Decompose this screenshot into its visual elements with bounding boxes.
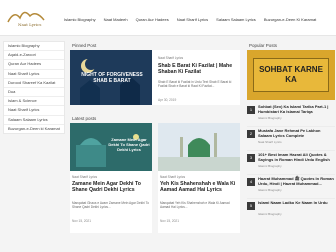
popular-item-category[interactable]: Islamic Biography [258,116,282,120]
main-nav: Islamic Biography Naat Madeeh Quran Aur … [64,17,316,22]
popular-item-category[interactable]: Naat Sharif Lyrics [258,140,282,144]
sidebar-item-islamic-biography[interactable]: Islamic Biography [4,42,64,52]
latest-post-date: Nov 15, 2021 [160,219,179,223]
latest-post-excerpt: Manqabat Yeh Kis Shahenshah e Wala Ki Aa… [160,201,230,210]
svg-text:Naat Lyrics: Naat Lyrics [18,22,41,27]
latest-post-excerpt: Manqabat Ghaus e Azam Zamane Mein Agar D… [72,201,150,210]
rank-badge: 4 [247,178,255,186]
nav-item-islamic-biography[interactable]: Islamic Biography [64,17,96,22]
latest-section-title: Latest posts [72,116,97,121]
sidebar-item-naat[interactable]: Naat Sharif Lyrics [4,70,64,79]
latest-post-card[interactable]: Naat Sharif Lyrics Yeh Kis Shahenshah e … [158,123,240,233]
nav-item-salaam-lyrics[interactable]: Salaam Salaam Lyrics [216,17,256,22]
sidebar-item-naat-2[interactable]: Naat Sharif Lyrics [4,106,64,116]
popular-item-category[interactable]: Islamic Biography [258,212,282,216]
latest-post-image[interactable]: Zamane Mein Agar Dekhi To Shane Qadri De… [70,123,152,171]
pinned-section-title: Pinned Post [72,43,97,48]
rank-badge: 2 [247,130,255,138]
rank-badge: 3 [247,154,255,162]
popular-item-title[interactable]: 101+ Best Imam Hazrat Ali Quotes & Sayin… [258,152,334,162]
top-bar: Naat Lyrics Islamic Biography Naat Madee… [0,0,336,36]
sidebar-item-quran[interactable]: Quran Aur Hadees [4,60,64,70]
nav-item-quran-aur-hadees[interactable]: Quran Aur Hadees [136,17,169,22]
popular-item-category[interactable]: Islamic Biography [258,164,282,168]
latest-post-category[interactable]: Naat Sharif Lyrics [72,175,97,179]
popular-item[interactable]: 1 Sohbat (Sex) Ka Islami Tarika Part-1 |… [247,104,335,127]
sidebar-item-karamat[interactable]: Buzurgan-e-Deen ki Karamat [4,125,64,133]
popular-item[interactable]: 2 Mustafa Jane Rehmat Pe Lakhon Salaam L… [247,128,335,151]
sidebar-item-islam-science[interactable]: Islam & Science [4,97,64,107]
sidebar-item-dua[interactable]: Dua [4,88,64,98]
latest-image-caption: Zamane Mein Agar Dekhi To Shane Qadri De… [108,137,150,152]
sidebar-item-aqaid[interactable]: Aqaid-e-Zaroori [4,51,64,61]
popular-item[interactable]: 4 Hazrat Muhammad ﷺ Quotes In Roman Urdu… [247,176,335,199]
pinned-post-card[interactable]: NIGHT OF FORGIVENESS SHAB E BARAT Naat S… [70,50,240,105]
popular-item-category[interactable]: Islamic Biography [258,188,282,192]
latest-post-date: Nov 15, 2021 [72,219,91,223]
pinned-post-date: Apr 30, 2019 [158,98,177,102]
pinned-post-image[interactable]: NIGHT OF FORGIVENESS SHAB E BARAT [70,50,152,105]
popular-item-title[interactable]: Hazrat Muhammad ﷺ Quotes In Roman Urdu, … [258,176,334,186]
pinned-image-caption: NIGHT OF FORGIVENESS SHAB E BARAT [81,72,143,84]
sidebar: Islamic Biography Aqaid-e-Zaroori Quran … [3,41,65,134]
popular-section-title: Popular Posts [249,43,278,48]
latest-post-title[interactable]: Zamane Mein Agar Dekhi To Shane Qadri De… [72,181,150,193]
latest-post-category[interactable]: Naat Sharif Lyrics [160,175,185,179]
popular-item[interactable]: 5 Islami Naam Ladko Ke Naam In Urdu Isla… [247,200,335,222]
popular-item-title[interactable]: Sohbat (Sex) Ka Islami Tarika Part-1 | H… [258,104,334,114]
pinned-post-category[interactable]: Naat Sharif Lyrics [158,56,183,60]
nav-item-karamat[interactable]: Buzurgan-e-Deen Ki Karamat [264,17,316,22]
site-logo[interactable]: Naat Lyrics [4,4,52,28]
latest-post-title[interactable]: Yeh Kis Shahenshah e Wala Ki Aamad Aamad… [160,181,238,193]
sidebar-item-salaam[interactable]: Salaam Salaam Lyrics [4,116,64,125]
popular-featured-image[interactable]: SOHBAT KARNE KA [247,50,335,100]
rank-badge: 5 [247,202,255,210]
rank-badge: 1 [247,106,255,114]
pinned-post-title[interactable]: Shab E Barat Ki Fazilat | Mahe Shaban Ki… [158,63,238,75]
popular-item[interactable]: 3 101+ Best Imam Hazrat Ali Quotes & Say… [247,152,335,175]
sidebar-item-durood[interactable]: Durood Shareef Ka Kazilat [4,79,64,88]
latest-post-card[interactable]: Zamane Mein Agar Dekhi To Shane Qadri De… [70,123,152,233]
popular-image-caption: SOHBAT KARNE KA [253,58,329,92]
pinned-post-excerpt: Shab E Barat ki Fazilat in Urdu Text Sha… [158,80,232,89]
nav-item-naat-sharif-lyrics[interactable]: Naat Sharif Lyrics [177,17,208,22]
popular-item-title[interactable]: Mustafa Jane Rehmat Pe Lakhon Salaam Lyr… [258,128,334,138]
latest-post-image[interactable] [158,123,240,171]
popular-item-title[interactable]: Islami Naam Ladko Ke Naam In Urdu [258,200,334,205]
nav-item-naat-madeeh[interactable]: Naat Madeeh [104,17,128,22]
